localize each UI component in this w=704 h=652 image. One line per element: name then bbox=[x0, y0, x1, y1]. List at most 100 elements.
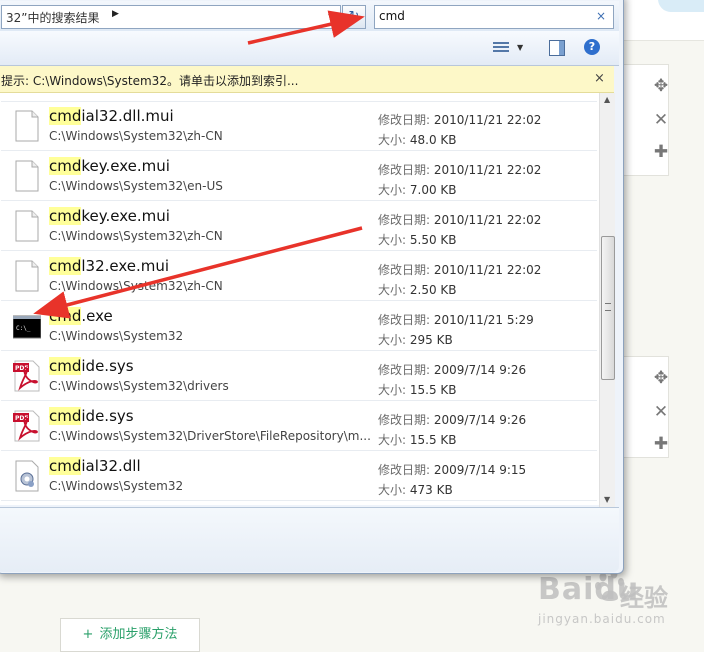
close-icon[interactable]: ✕ bbox=[652, 403, 670, 421]
modified-date-label: 修改日期: bbox=[378, 263, 431, 277]
match-highlight: cmd bbox=[49, 407, 82, 425]
result-row[interactable]: PDF cmdide.sys C:\Windows\System32\DriverS… bbox=[1, 401, 597, 451]
modified-date-value: 2010/11/21 22:02 bbox=[433, 163, 542, 177]
modified-date: 修改日期: 2010/11/21 22:02 bbox=[378, 111, 541, 128]
file-name[interactable]: cmdial32.dll bbox=[49, 457, 141, 475]
move-icon[interactable]: ✥ bbox=[652, 77, 670, 95]
pdf-icon: PDF bbox=[13, 360, 41, 392]
file-size: 大小: 2.50 KB bbox=[378, 281, 457, 298]
chevron-right-icon[interactable]: ▶ bbox=[112, 9, 119, 19]
result-row[interactable]: C:\_ cmd.exe C:\Windows\System32 修改日期: 2010… bbox=[1, 301, 597, 351]
result-row[interactable]: cmdkey.exe.mui C:\Windows\System32\zh-CN 修… bbox=[1, 201, 597, 251]
clear-search-icon[interactable]: × bbox=[596, 9, 606, 23]
result-row[interactable]: cmdial32.dll.mui C:\Windows\System32\zh-C… bbox=[1, 101, 597, 151]
view-options-icon[interactable] bbox=[493, 40, 509, 56]
modified-date-label: 修改日期: bbox=[378, 463, 431, 477]
file-size-label: 大小: bbox=[378, 383, 407, 397]
file-size-label: 大小: bbox=[378, 233, 407, 247]
add-step-button[interactable]: + 添加步骤方法 bbox=[60, 618, 200, 652]
file-path: C:\Windows\System32\zh-CN bbox=[49, 229, 223, 243]
add-step-plus: + bbox=[82, 627, 94, 642]
file-name[interactable]: cmdkey.exe.mui bbox=[49, 157, 170, 175]
vertical-scrollbar[interactable]: ▲ ▼ bbox=[599, 93, 615, 507]
refresh-button[interactable]: ↻ bbox=[342, 5, 366, 29]
command-toolbar: ▼ ? bbox=[0, 31, 619, 66]
explorer-search-window: 32”中的搜索结果 ▶ ▼ ↻ cmd × ▼ ? 提示: C:\Windows… bbox=[0, 0, 624, 574]
modified-date: 修改日期: 2009/7/14 9:26 bbox=[378, 361, 526, 378]
file-name-rest: ial32.dll bbox=[81, 457, 141, 475]
baidu-jingyan-watermark: Baidu 经验 jingyan.baidu.com bbox=[538, 569, 698, 636]
match-highlight: cmd bbox=[49, 457, 82, 475]
file-name-rest: ial32.dll.mui bbox=[81, 107, 174, 125]
view-dropdown-icon[interactable]: ▼ bbox=[517, 43, 523, 52]
document-icon bbox=[13, 110, 41, 142]
move-icon[interactable]: ✥ bbox=[652, 369, 670, 387]
modified-date-label: 修改日期: bbox=[378, 163, 431, 177]
result-row[interactable]: cmdial32.dll C:\Windows\System32 修改日期: 200… bbox=[1, 451, 597, 501]
index-info-bar[interactable]: 提示: C:\Windows\System32。请单击以添加到索引... × bbox=[0, 66, 614, 93]
modified-date: 修改日期: 2010/11/21 22:02 bbox=[378, 161, 541, 178]
file-size-value: 7.00 KB bbox=[409, 183, 457, 197]
file-size-value: 2.50 KB bbox=[409, 283, 457, 297]
file-name[interactable]: cmdl32.exe.mui bbox=[49, 257, 169, 275]
modified-date-label: 修改日期: bbox=[378, 113, 431, 127]
plus-icon[interactable]: ✚ bbox=[652, 143, 670, 161]
file-name[interactable]: cmdkey.exe.mui bbox=[49, 207, 170, 225]
infobar-close-icon[interactable]: × bbox=[594, 71, 605, 86]
modified-date-value: 2010/11/21 22:02 bbox=[433, 263, 542, 277]
match-highlight: cmd bbox=[49, 307, 82, 325]
result-row[interactable]: cmdkey.exe.mui C:\Windows\System32\en-US 修… bbox=[1, 151, 597, 201]
modified-date-value: 2010/11/21 22:02 bbox=[433, 213, 542, 227]
file-size-value: 15.5 KB bbox=[409, 433, 457, 447]
file-name-rest: key.exe.mui bbox=[81, 157, 170, 175]
file-path: C:\Windows\System32 bbox=[49, 479, 184, 493]
match-highlight: cmd bbox=[49, 207, 82, 225]
watermark-url-text: jingyan.baidu.com bbox=[538, 612, 666, 626]
search-input[interactable]: cmd × bbox=[374, 5, 614, 29]
modified-date-value: 2009/7/14 9:26 bbox=[433, 413, 527, 427]
result-row[interactable]: PDF cmdide.sys C:\Windows\System32\drivers… bbox=[1, 351, 597, 401]
add-step-label: 添加步骤方法 bbox=[99, 627, 178, 642]
file-path: C:\Windows\System32\en-US bbox=[49, 179, 223, 193]
modified-date-value: 2010/11/21 22:02 bbox=[433, 113, 542, 127]
match-highlight: cmd bbox=[49, 257, 82, 275]
chevron-down-icon[interactable]: ▼ bbox=[328, 12, 334, 21]
modified-date-label: 修改日期: bbox=[378, 413, 431, 427]
details-pane bbox=[0, 507, 619, 572]
preview-pane-icon[interactable] bbox=[549, 40, 565, 56]
file-size-value: 5.50 KB bbox=[409, 233, 457, 247]
result-row[interactable]: cmdl32.exe.mui C:\Windows\System32\zh-CN 修… bbox=[1, 251, 597, 301]
watermark-cn-text: 经验 bbox=[620, 584, 668, 612]
file-size-value: 15.5 KB bbox=[409, 383, 457, 397]
match-highlight: cmd bbox=[49, 357, 82, 375]
scrollbar-thumb[interactable] bbox=[601, 236, 615, 380]
page-top-button[interactable] bbox=[658, 0, 704, 12]
file-name[interactable]: cmdide.sys bbox=[49, 407, 134, 425]
file-name[interactable]: cmd.exe bbox=[49, 307, 113, 325]
file-name-rest: l32.exe.mui bbox=[81, 257, 170, 275]
file-size: 大小: 295 KB bbox=[378, 331, 453, 348]
help-icon[interactable]: ? bbox=[584, 39, 600, 55]
search-value: cmd bbox=[379, 9, 405, 23]
file-name-rest: key.exe.mui bbox=[81, 207, 170, 225]
close-icon[interactable]: ✕ bbox=[652, 111, 670, 129]
file-name[interactable]: cmdial32.dll.mui bbox=[49, 107, 174, 125]
modified-date-value: 2009/7/14 9:26 bbox=[433, 363, 527, 377]
modified-date-value: 2010/11/21 5:29 bbox=[433, 313, 534, 327]
document-icon bbox=[13, 210, 41, 242]
file-size: 大小: 15.5 KB bbox=[378, 431, 457, 448]
address-bar[interactable]: 32”中的搜索结果 ▶ ▼ bbox=[1, 5, 341, 29]
scroll-up-icon[interactable]: ▲ bbox=[604, 95, 610, 104]
file-size-label: 大小: bbox=[378, 333, 407, 347]
search-results-list: cmdial32.dll.mui C:\Windows\System32\zh-C… bbox=[0, 93, 599, 505]
file-size-value: 473 KB bbox=[409, 483, 453, 497]
file-path: C:\Windows\System32\DriverStore\FileRepo… bbox=[49, 429, 371, 443]
file-name[interactable]: cmdide.sys bbox=[49, 357, 134, 375]
file-size: 大小: 7.00 KB bbox=[378, 181, 457, 198]
console-icon-text: C:\_ bbox=[16, 325, 31, 332]
file-size-label: 大小: bbox=[378, 183, 407, 197]
file-path: C:\Windows\System32\zh-CN bbox=[49, 129, 223, 143]
modified-date-label: 修改日期: bbox=[378, 213, 431, 227]
scroll-down-icon[interactable]: ▼ bbox=[604, 495, 610, 504]
plus-icon[interactable]: ✚ bbox=[652, 435, 670, 453]
